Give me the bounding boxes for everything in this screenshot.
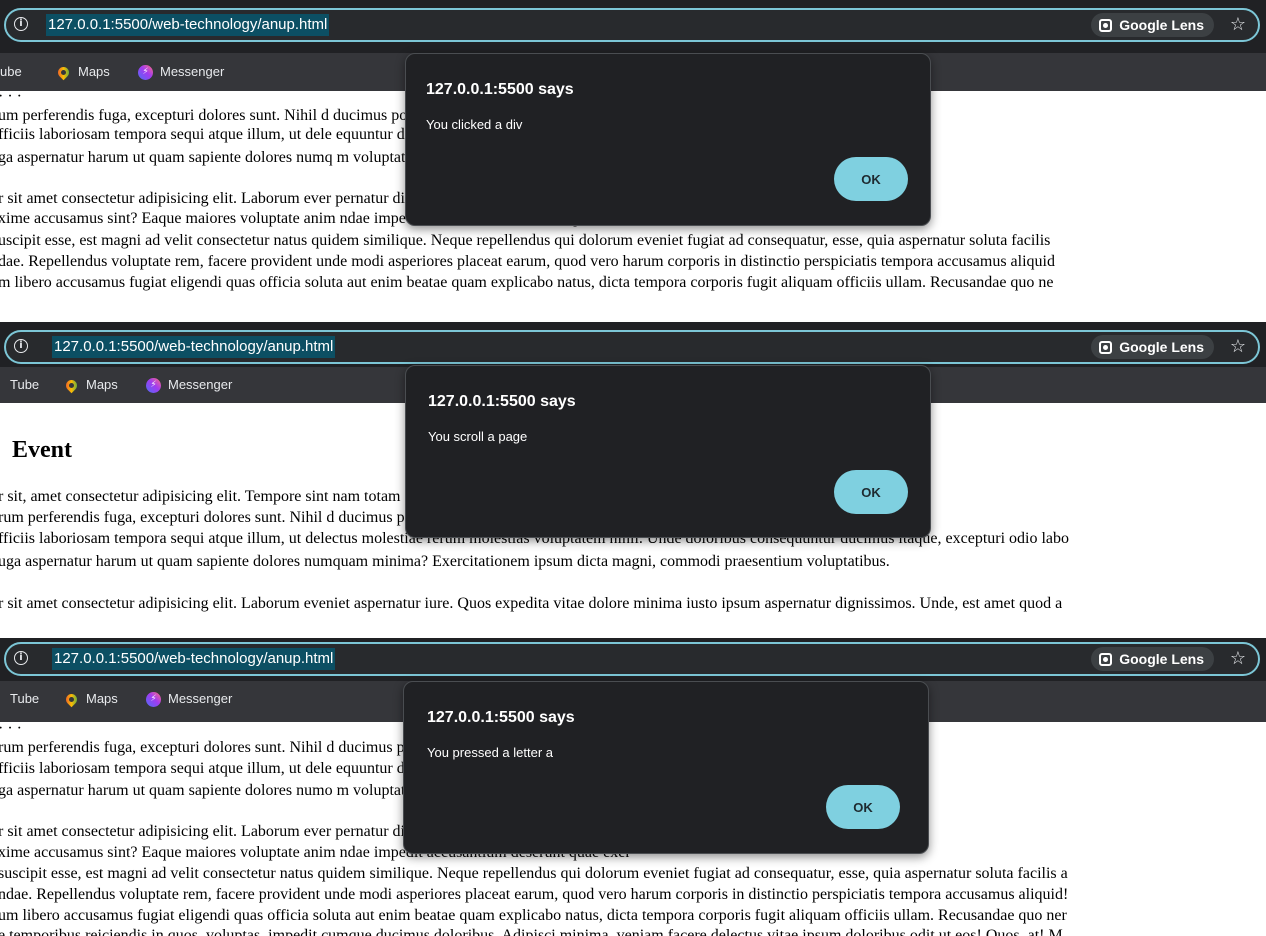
messenger-icon: ⚡ xyxy=(146,377,161,393)
dialog-message: You pressed a letter a xyxy=(427,745,553,760)
text-line: e temporibus reiciendis in quos, volupta… xyxy=(0,927,1063,936)
google-lens-icon xyxy=(1099,340,1113,354)
alert-dialog: 127.0.0.1:5500 says You clicked a div OK xyxy=(405,53,931,226)
alert-dialog: 127.0.0.1:5500 says You scroll a page OK xyxy=(405,365,931,538)
dialog-title: 127.0.0.1:5500 says xyxy=(426,81,574,98)
google-lens-label: Google Lens xyxy=(1119,651,1204,667)
bookmark-label: Maps xyxy=(86,377,118,392)
text-line: m libero accusamus fugiat eligendi quas … xyxy=(0,274,1054,291)
ok-button[interactable]: OK xyxy=(834,157,908,201)
url-text[interactable]: 127.0.0.1:5500/web-technology/anup.html xyxy=(52,336,336,358)
ok-button[interactable]: OK xyxy=(826,785,900,829)
maps-icon xyxy=(63,377,80,393)
google-lens-label: Google Lens xyxy=(1119,339,1204,355)
google-lens-label: Google Lens xyxy=(1119,17,1204,33)
google-lens-button[interactable]: Google Lens xyxy=(1091,647,1214,671)
bookmark-maps[interactable]: Maps xyxy=(63,681,118,717)
bookmark-youtube[interactable]: ube xyxy=(0,53,22,91)
bookmark-label: Maps xyxy=(78,64,110,79)
site-info-icon[interactable]: i xyxy=(14,339,28,353)
text-line: suscipit esse, est magni ad velit consec… xyxy=(0,865,1068,882)
google-lens-icon xyxy=(1099,652,1113,666)
text-line: dae. Repellendus voluptate rem, facere p… xyxy=(0,253,1055,270)
text-line: ga aspernatur harum ut quam sapiente dol… xyxy=(0,782,437,799)
url-text[interactable]: 127.0.0.1:5500/web-technology/anup.html xyxy=(46,14,330,36)
screenshot-panel-scroll: Event r sit, amet consectetur adipisicin… xyxy=(0,322,1266,612)
url-text[interactable]: 127.0.0.1:5500/web-technology/anup.html xyxy=(52,648,336,670)
bookmark-label: Tube xyxy=(10,377,40,392)
bookmark-label: Maps xyxy=(86,691,118,706)
text-line: um libero accusamus fugiat eligendi quas… xyxy=(0,907,1067,924)
screenshot-panel-keypress: · · · rum perferendis fuga, excepturi do… xyxy=(0,638,1266,936)
bookmark-maps[interactable]: Maps xyxy=(63,367,118,403)
text-line: r sit amet consectetur adipisicing elit.… xyxy=(0,595,1063,612)
site-info-icon[interactable]: i xyxy=(14,651,28,665)
site-info-icon[interactable]: i xyxy=(14,17,28,31)
google-lens-button[interactable]: Google Lens xyxy=(1091,13,1214,37)
bookmark-label: Messenger xyxy=(168,691,233,706)
address-bar[interactable]: i 127.0.0.1:5500/web-technology/anup.htm… xyxy=(4,330,1260,364)
dialog-message: You clicked a div xyxy=(426,117,523,132)
text-line: uscipit esse, est magni ad velit consect… xyxy=(0,232,1051,249)
address-bar[interactable]: i 127.0.0.1:5500/web-technology/anup.htm… xyxy=(4,642,1260,676)
page-heading: Event xyxy=(12,437,72,463)
bookmark-label: Messenger xyxy=(160,64,225,79)
browser-toolbar: i 127.0.0.1:5500/web-technology/anup.htm… xyxy=(0,0,1266,53)
bookmark-star-icon[interactable]: ☆ xyxy=(1230,647,1246,671)
maps-icon xyxy=(55,64,72,80)
bookmark-label: Tube xyxy=(10,691,40,706)
screenshot-panel-click: · · · um perferendis fuga, excepturi dol… xyxy=(0,0,1266,310)
bookmark-messenger[interactable]: ⚡ Messenger xyxy=(146,681,232,717)
text-line: ndae. Repellendus voluptate rem, facere … xyxy=(0,886,1069,903)
google-lens-icon xyxy=(1099,18,1113,32)
text-line: ga aspernatur harum ut quam sapiente dol… xyxy=(0,149,437,166)
dialog-message: You scroll a page xyxy=(428,429,528,444)
messenger-icon: ⚡ xyxy=(146,691,161,707)
bookmark-star-icon[interactable]: ☆ xyxy=(1230,335,1246,359)
text-line: uga aspernatur harum ut quam sapiente do… xyxy=(0,553,890,570)
messenger-icon: ⚡ xyxy=(138,64,153,80)
bookmark-label: Messenger xyxy=(168,377,233,392)
ok-button[interactable]: OK xyxy=(834,470,908,514)
google-lens-button[interactable]: Google Lens xyxy=(1091,335,1214,359)
address-bar[interactable]: i 127.0.0.1:5500/web-technology/anup.htm… xyxy=(4,8,1260,42)
bookmark-star-icon[interactable]: ☆ xyxy=(1230,13,1246,37)
dialog-title: 127.0.0.1:5500 says xyxy=(427,709,575,726)
bookmark-label: ube xyxy=(0,64,22,79)
bookmark-maps[interactable]: Maps xyxy=(55,53,110,91)
maps-icon xyxy=(63,691,80,707)
bookmark-youtube[interactable]: Tube xyxy=(10,681,39,717)
bookmark-youtube[interactable]: Tube xyxy=(10,367,39,403)
bookmark-messenger[interactable]: ⚡ Messenger xyxy=(146,367,232,403)
bookmark-messenger[interactable]: ⚡ Messenger xyxy=(138,53,224,91)
dialog-title: 127.0.0.1:5500 says xyxy=(428,393,576,410)
browser-toolbar: i 127.0.0.1:5500/web-technology/anup.htm… xyxy=(0,638,1266,681)
alert-dialog: 127.0.0.1:5500 says You pressed a letter… xyxy=(403,681,929,854)
